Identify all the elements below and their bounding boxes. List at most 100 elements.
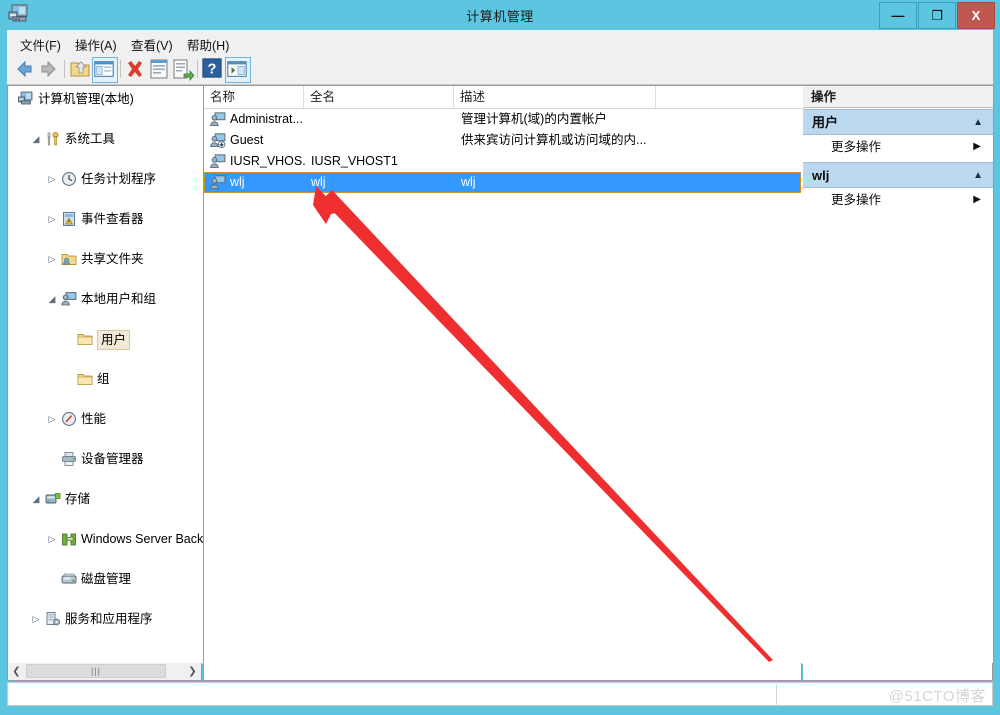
column-header-spacer[interactable] xyxy=(656,86,801,108)
tree-item-windows-server-backup[interactable]: ▷ Windows Server Back xyxy=(8,529,203,549)
action-label: 更多操作 xyxy=(831,193,882,207)
back-icon[interactable] xyxy=(12,57,36,81)
cell-name: IUSR_VHOS... xyxy=(230,154,305,168)
table-row[interactable]: Administrat... 管理计算机(域)的内置帐户 xyxy=(204,109,801,130)
actions-group-wlj[interactable]: wlj ▲ xyxy=(803,162,993,188)
chevron-collapsed-icon[interactable]: ▷ xyxy=(46,409,58,429)
table-row[interactable]: Guest 供来宾访问计算机或访问域的内... xyxy=(204,130,801,151)
tree-item-label: 服务和应用程序 xyxy=(65,612,153,626)
menu-bar: 文件(F) 操作(A) 查看(V) 帮助(H) xyxy=(7,30,993,55)
table-row[interactable]: wlj wlj wlj xyxy=(204,172,801,193)
tree-item-label: 组 xyxy=(97,372,110,386)
chevron-collapsed-icon[interactable]: ▷ xyxy=(46,529,58,549)
column-header-fullname[interactable]: 全名 xyxy=(304,86,454,108)
maximize-button[interactable]: ❐ xyxy=(918,2,956,29)
tree-item-label: Windows Server Back xyxy=(81,532,203,546)
show-hide-tree-icon[interactable] xyxy=(92,57,118,83)
column-header-description[interactable]: 描述 xyxy=(454,86,656,108)
chevron-collapsed-icon[interactable]: ▷ xyxy=(30,609,42,629)
device-manager-icon xyxy=(61,451,77,467)
tree-item-event-viewer[interactable]: ▷ 事件查看器 xyxy=(8,209,203,229)
tree-item-computer-management[interactable]: 计算机管理(本地) xyxy=(8,89,203,109)
chevron-up-icon[interactable]: ▲ xyxy=(973,163,983,189)
up-folder-icon[interactable] xyxy=(68,57,92,81)
folder-icon xyxy=(77,371,93,387)
actions-group-users[interactable]: 用户 ▲ xyxy=(803,109,993,135)
chevron-expanded-icon[interactable]: ◢ xyxy=(46,289,58,309)
tree-item-device-manager[interactable]: 设备管理器 xyxy=(8,449,203,469)
tree-item-task-scheduler[interactable]: ▷ 任务计划程序 xyxy=(8,169,203,189)
tree-item-label: 计算机管理(本地) xyxy=(38,92,134,106)
tree-pane[interactable]: 计算机管理(本地) ◢ 系统工具 ▷ 任务计划程序 ▷ 事件查看器 ▷ 共享文件… xyxy=(7,85,203,665)
user-icon xyxy=(210,175,226,190)
tree-item-groups[interactable]: 组 xyxy=(8,369,203,389)
scroll-left-button[interactable]: ❮ xyxy=(8,663,25,679)
chevron-expanded-icon[interactable]: ◢ xyxy=(30,489,42,509)
toolbar-separator xyxy=(197,60,198,78)
tree-item-local-users-and-groups[interactable]: ◢ 本地用户和组 xyxy=(8,289,203,309)
task-scheduler-icon xyxy=(61,171,77,187)
action-label: 更多操作 xyxy=(831,140,882,154)
status-bar: @51CTO博客 xyxy=(7,682,993,706)
tree-item-system-tools[interactable]: ◢ 系统工具 xyxy=(8,129,203,149)
system-tools-icon xyxy=(45,131,61,147)
action-more-actions-wlj[interactable]: 更多操作 ▶ xyxy=(803,188,993,212)
services-applications-icon xyxy=(45,611,61,627)
user-icon xyxy=(210,112,226,127)
tree-item-shared-folders[interactable]: ▷ 共享文件夹 xyxy=(8,249,203,269)
forward-icon[interactable] xyxy=(37,57,61,81)
cell-name: Guest xyxy=(230,133,264,147)
tree-item-label: 共享文件夹 xyxy=(81,252,144,266)
table-row[interactable]: IUSR_VHOS... IUSR_VHOST1 xyxy=(204,151,801,172)
tree-item-label: 用户 xyxy=(97,330,131,350)
list-pane[interactable]: 名称 全名 描述 Administrat... 管理计算机(域)的内置帐户 Gu… xyxy=(203,85,804,665)
submenu-arrow-icon: ▶ xyxy=(973,194,981,205)
chevron-collapsed-icon[interactable]: ▷ xyxy=(46,249,58,269)
list-pane-bottom-filler xyxy=(203,663,802,681)
folder-icon xyxy=(77,331,93,347)
submenu-arrow-icon: ▶ xyxy=(973,141,981,152)
menu-view[interactable]: 查看(V) xyxy=(127,34,177,55)
windows-server-backup-icon xyxy=(61,531,77,547)
chevron-expanded-icon[interactable]: ◢ xyxy=(30,129,42,149)
tree-item-users[interactable]: 用户 xyxy=(8,329,203,350)
menu-action[interactable]: 操作(A) xyxy=(71,34,121,55)
export-list-icon[interactable] xyxy=(171,57,195,82)
close-button[interactable]: X xyxy=(957,2,995,29)
delete-icon[interactable] xyxy=(123,57,147,81)
tree-item-services-and-applications[interactable]: ▷ 服务和应用程序 xyxy=(8,609,203,629)
menu-file[interactable]: 文件(F) xyxy=(16,34,65,55)
minimize-button[interactable]: — xyxy=(879,2,917,29)
cell-fullname: wlj xyxy=(311,175,326,189)
tree-item-storage[interactable]: ◢ 存储 xyxy=(8,489,203,509)
show-action-pane-icon[interactable] xyxy=(225,57,251,83)
disk-management-icon xyxy=(61,571,77,587)
chevron-collapsed-icon[interactable]: ▷ xyxy=(46,169,58,189)
chevron-collapsed-icon[interactable]: ▷ xyxy=(46,209,58,229)
help-icon[interactable]: ? xyxy=(201,57,225,81)
column-header-name[interactable]: 名称 xyxy=(204,86,304,108)
scroll-right-button[interactable]: ❯ xyxy=(184,663,201,679)
local-users-groups-icon xyxy=(61,291,77,307)
actions-pane[interactable]: 操作 用户 ▲ 更多操作 ▶ wlj ▲ 更多操作 ▶ xyxy=(803,85,994,665)
status-divider xyxy=(776,684,777,706)
user-icon xyxy=(210,154,226,169)
shared-folders-icon xyxy=(61,251,77,267)
tree-item-performance[interactable]: ▷ 性能 xyxy=(8,409,203,429)
tree-item-label: 事件查看器 xyxy=(81,212,144,226)
tree-horizontal-scrollbar[interactable]: ❮ ||| ❯ xyxy=(7,663,202,681)
cell-description: 供来宾访问计算机或访问域的内... xyxy=(461,133,647,147)
actions-header: 操作 xyxy=(803,86,993,108)
list-header: 名称 全名 描述 xyxy=(204,86,803,109)
scrollbar-thumb[interactable]: ||| xyxy=(26,664,166,678)
action-more-actions-users[interactable]: 更多操作 ▶ xyxy=(803,135,993,159)
tree-item-disk-management[interactable]: 磁盘管理 xyxy=(8,569,203,589)
cell-name: wlj xyxy=(230,175,245,189)
cell-fullname: IUSR_VHOST1 xyxy=(311,154,398,168)
menu-help[interactable]: 帮助(H) xyxy=(183,34,233,55)
chevron-up-icon[interactable]: ▲ xyxy=(973,110,983,136)
tree-item-label: 设备管理器 xyxy=(81,452,144,466)
toolbar-separator xyxy=(64,60,65,78)
title-bar: 计算机管理 — ❐ X xyxy=(0,0,1000,30)
properties-icon[interactable] xyxy=(147,57,171,81)
